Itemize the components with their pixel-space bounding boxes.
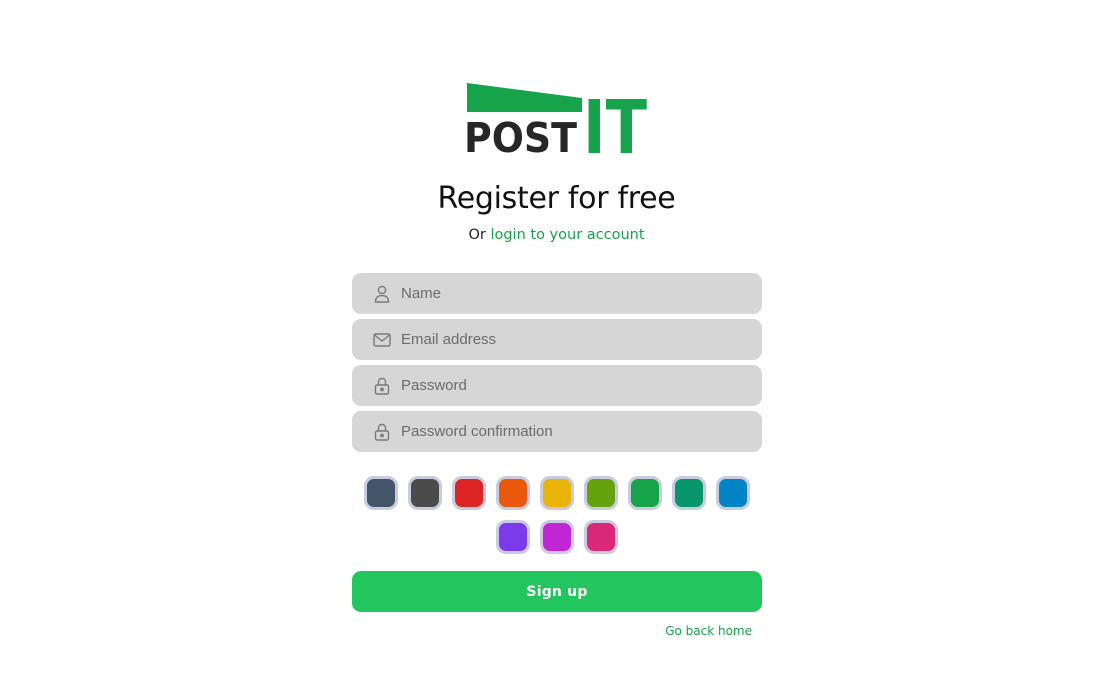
color-swatch[interactable] — [540, 476, 574, 510]
email-input[interactable] — [401, 331, 741, 348]
password-field[interactable] — [352, 365, 762, 406]
color-swatch[interactable] — [364, 476, 398, 510]
envelope-icon — [373, 331, 391, 349]
user-icon — [373, 285, 391, 303]
color-swatch[interactable] — [584, 476, 618, 510]
color-swatch[interactable] — [540, 520, 574, 554]
email-field[interactable] — [352, 319, 762, 360]
color-swatch[interactable] — [496, 520, 530, 554]
color-swatch[interactable] — [716, 476, 750, 510]
logo-word-post: POST — [464, 114, 577, 156]
color-swatch[interactable] — [628, 476, 662, 510]
sign-up-button[interactable]: Sign up — [352, 571, 762, 612]
lock-icon — [373, 423, 391, 441]
page-title: Register for free — [437, 181, 676, 216]
login-link[interactable]: login to your account — [490, 227, 644, 243]
password-confirmation-field[interactable] — [352, 411, 762, 452]
logo-word-it: IT — [583, 85, 647, 156]
postit-logo: POST IT — [464, 82, 650, 156]
color-swatch[interactable] — [452, 476, 486, 510]
login-prompt-prefix: Or — [468, 227, 486, 243]
login-prompt: Or login to your account — [0, 227, 1113, 243]
lock-icon — [373, 377, 391, 395]
name-input[interactable] — [401, 285, 741, 302]
name-field[interactable] — [352, 273, 762, 314]
register-page: POST IT Register for free Or login to yo… — [0, 0, 1113, 687]
color-swatch[interactable] — [408, 476, 442, 510]
password-confirmation-input[interactable] — [401, 423, 741, 440]
go-back-home-link[interactable]: Go back home — [600, 624, 752, 638]
color-swatch[interactable] — [496, 476, 530, 510]
logo-banner-shape — [467, 83, 582, 112]
color-swatch[interactable] — [584, 520, 618, 554]
color-picker — [352, 476, 762, 554]
color-swatch[interactable] — [672, 476, 706, 510]
password-input[interactable] — [401, 377, 741, 394]
